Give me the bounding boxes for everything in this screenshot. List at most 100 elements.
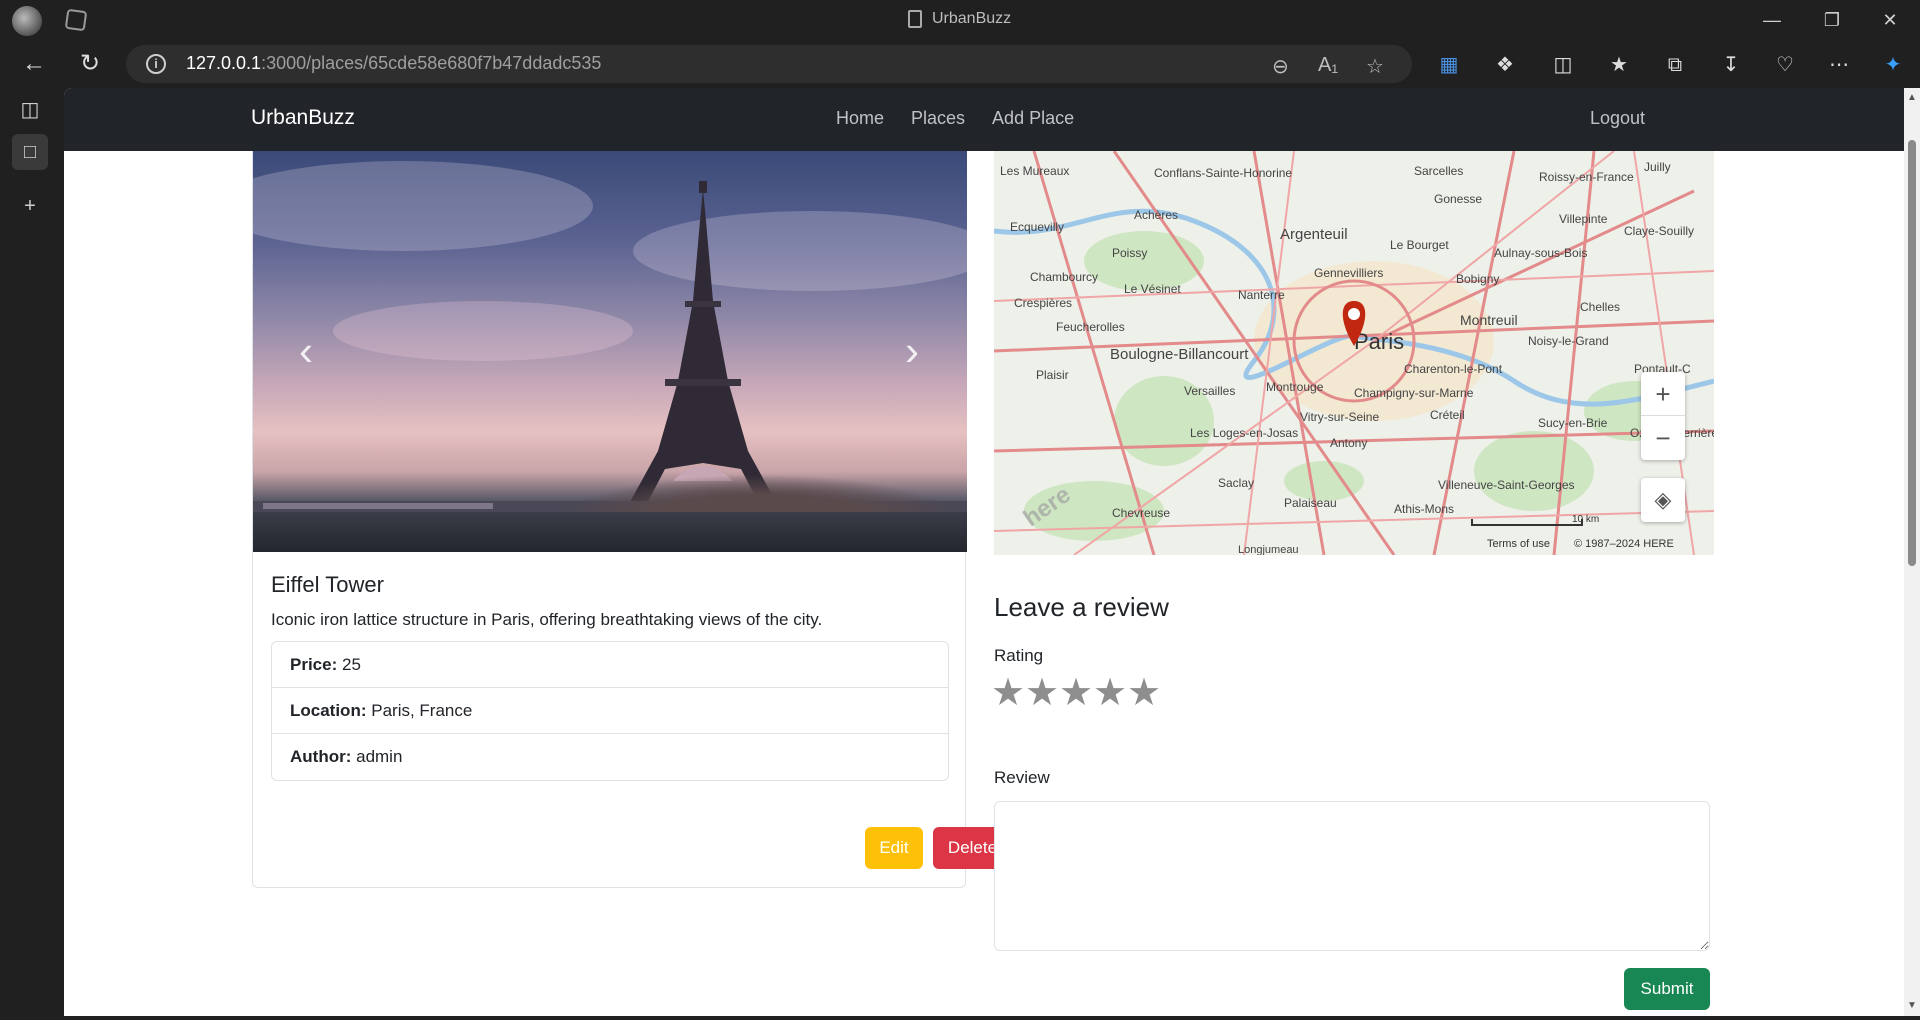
review-heading: Leave a review bbox=[994, 592, 1169, 622]
location-value: Paris, France bbox=[371, 701, 473, 720]
more-options-icon[interactable]: ⋯ bbox=[1826, 52, 1852, 78]
restore-icon[interactable]: ❐ bbox=[1812, 6, 1852, 34]
window-title-text: UrbanBuzz bbox=[932, 10, 1012, 27]
browser-essentials-icon[interactable]: ♡ bbox=[1772, 52, 1798, 78]
translate-icon[interactable]: ▦ bbox=[1436, 52, 1462, 78]
submit-button[interactable]: Submit bbox=[1624, 968, 1710, 1010]
window-title: UrbanBuzz bbox=[908, 10, 1011, 28]
collections-icon[interactable]: ⧉ bbox=[1662, 52, 1688, 78]
nav-link-places[interactable]: Places bbox=[911, 108, 965, 129]
map-label: Antony bbox=[1330, 436, 1367, 450]
price-value: 25 bbox=[341, 655, 361, 674]
map-copyright: © 1987–2024 HERE bbox=[1574, 538, 1674, 550]
star-5-icon[interactable]: ★ bbox=[1127, 673, 1161, 713]
star-3-icon[interactable]: ★ bbox=[1059, 673, 1093, 713]
map-label: Montrouge bbox=[1266, 380, 1324, 394]
map-label: Chelles bbox=[1580, 300, 1620, 314]
close-icon[interactable]: ✕ bbox=[1870, 6, 1910, 34]
place-card: ‹ › Eiffel Tower Iconic iron lattice str… bbox=[252, 151, 1012, 888]
map-zoom-controls: + − bbox=[1641, 372, 1685, 460]
map-label: Nanterre bbox=[1238, 288, 1285, 302]
scroll-down-icon[interactable]: ▼ bbox=[1907, 1000, 1917, 1011]
brand-link[interactable]: UrbanBuzz bbox=[251, 106, 355, 130]
address-toolbar: ← ↻ i 127.0.0.1:3000/places/65cde58e680f… bbox=[0, 40, 1920, 88]
nav-link-add-place[interactable]: Add Place bbox=[992, 108, 1074, 129]
map-label: Chevreuse bbox=[1112, 506, 1170, 520]
author-label: Author: bbox=[290, 747, 352, 766]
edit-button[interactable]: Edit bbox=[865, 827, 923, 869]
new-tab-icon[interactable]: + bbox=[12, 188, 48, 224]
downloads-icon[interactable]: ↧ bbox=[1718, 52, 1744, 78]
location-map[interactable]: Les Mureaux Conflans-Sainte-Honorine Sar… bbox=[994, 151, 1714, 555]
map-label: Noisy-le-Grand bbox=[1528, 334, 1609, 348]
active-tab-page-icon[interactable]: □ bbox=[12, 134, 48, 170]
star-1-icon[interactable]: ★ bbox=[991, 673, 1025, 713]
map-label: Longjumeau bbox=[1238, 544, 1299, 555]
place-description: Iconic iron lattice structure in Paris, … bbox=[271, 610, 823, 629]
star-2-icon[interactable]: ★ bbox=[1025, 673, 1059, 713]
map-label: Chambourcy bbox=[1030, 270, 1098, 284]
page-icon bbox=[908, 10, 922, 28]
place-title: Eiffel Tower bbox=[271, 572, 384, 597]
price-label: Price: bbox=[290, 655, 338, 674]
profile-avatar[interactable] bbox=[12, 6, 42, 36]
map-label: Sucy-en-Brie bbox=[1538, 416, 1608, 430]
review-textarea[interactable] bbox=[994, 801, 1710, 951]
refresh-icon[interactable]: ↻ bbox=[74, 48, 106, 80]
minimize-icon[interactable]: — bbox=[1752, 6, 1792, 34]
workspaces-icon[interactable] bbox=[64, 8, 88, 32]
map-label: Gonesse bbox=[1434, 192, 1482, 206]
scrollbar-thumb[interactable] bbox=[1908, 140, 1916, 566]
tab-actions-icon[interactable]: ◫ bbox=[12, 92, 48, 128]
logout-link[interactable]: Logout bbox=[1590, 108, 1645, 129]
map-zoom-in-button[interactable]: + bbox=[1641, 372, 1685, 416]
map-label: Feucherolles bbox=[1056, 320, 1125, 334]
map-label: Les Loges-en-Josas bbox=[1190, 426, 1298, 440]
map-label: Crespières bbox=[1014, 296, 1072, 310]
map-label: Plaisir bbox=[1036, 368, 1069, 382]
read-aloud-icon[interactable]: A₁ bbox=[1318, 54, 1338, 77]
site-info-icon[interactable]: i bbox=[146, 54, 166, 74]
zoom-out-icon[interactable]: ⊖ bbox=[1272, 54, 1289, 79]
map-label: Boulogne-Billancourt bbox=[1110, 346, 1249, 363]
map-label: Créteil bbox=[1430, 408, 1465, 422]
map-zoom-out-button[interactable]: − bbox=[1641, 416, 1685, 460]
page-viewport: UrbanBuzz Home Places Add Place Logout ‹… bbox=[64, 88, 1920, 1016]
map-label: Juilly bbox=[1644, 160, 1671, 174]
back-icon[interactable]: ← bbox=[18, 48, 50, 80]
nav-link-home[interactable]: Home bbox=[836, 108, 884, 129]
map-label: Saclay bbox=[1218, 476, 1254, 490]
scroll-up-icon[interactable]: ▲ bbox=[1907, 92, 1917, 103]
page-scrollbar[interactable]: ▲ ▼ bbox=[1904, 88, 1920, 1016]
favorites-icon[interactable]: ★ bbox=[1606, 52, 1632, 78]
address-bar[interactable]: i 127.0.0.1:3000/places/65cde58e680f7b47… bbox=[126, 45, 1412, 83]
image-carousel: ‹ › bbox=[253, 151, 967, 552]
rating-label: Rating bbox=[994, 646, 1044, 665]
split-screen-icon[interactable]: ◫ bbox=[1550, 52, 1576, 78]
map-label: Athis-Mons bbox=[1394, 502, 1454, 516]
map-label: Argenteuil bbox=[1280, 226, 1348, 243]
carousel-next-icon[interactable]: › bbox=[897, 330, 927, 372]
site-navbar: UrbanBuzz Home Places Add Place Logout bbox=[64, 88, 1904, 151]
review-label: Review bbox=[994, 768, 1050, 787]
carousel-prev-icon[interactable]: ‹ bbox=[291, 330, 321, 372]
favorite-star-icon[interactable]: ☆ bbox=[1366, 54, 1384, 79]
map-label: Gennevilliers bbox=[1314, 266, 1383, 280]
map-label: Les Mureaux bbox=[1000, 164, 1069, 178]
vertical-tabs-sidebar: ◫ □ + bbox=[0, 88, 64, 1020]
map-label: Montreuil bbox=[1460, 312, 1518, 328]
river-bank-shape bbox=[253, 512, 967, 552]
map-layers-icon[interactable]: ◈ bbox=[1641, 478, 1685, 522]
author-value: admin bbox=[356, 747, 403, 766]
location-label: Location: bbox=[290, 701, 367, 720]
url-text[interactable]: 127.0.0.1:3000/places/65cde58e680f7b47dd… bbox=[186, 53, 601, 74]
map-label: Versailles bbox=[1184, 384, 1235, 398]
map-label: Bobigny bbox=[1456, 272, 1499, 286]
map-label: Le Vésinet bbox=[1124, 282, 1181, 296]
extensions-icon[interactable]: ❖ bbox=[1492, 52, 1518, 78]
map-terms-link[interactable]: Terms of use bbox=[1487, 538, 1550, 550]
copilot-icon[interactable]: ✦ bbox=[1880, 52, 1906, 78]
map-label: Roissy-en-France bbox=[1539, 170, 1634, 184]
map-label: Le Bourget bbox=[1390, 238, 1449, 252]
star-4-icon[interactable]: ★ bbox=[1093, 673, 1127, 713]
